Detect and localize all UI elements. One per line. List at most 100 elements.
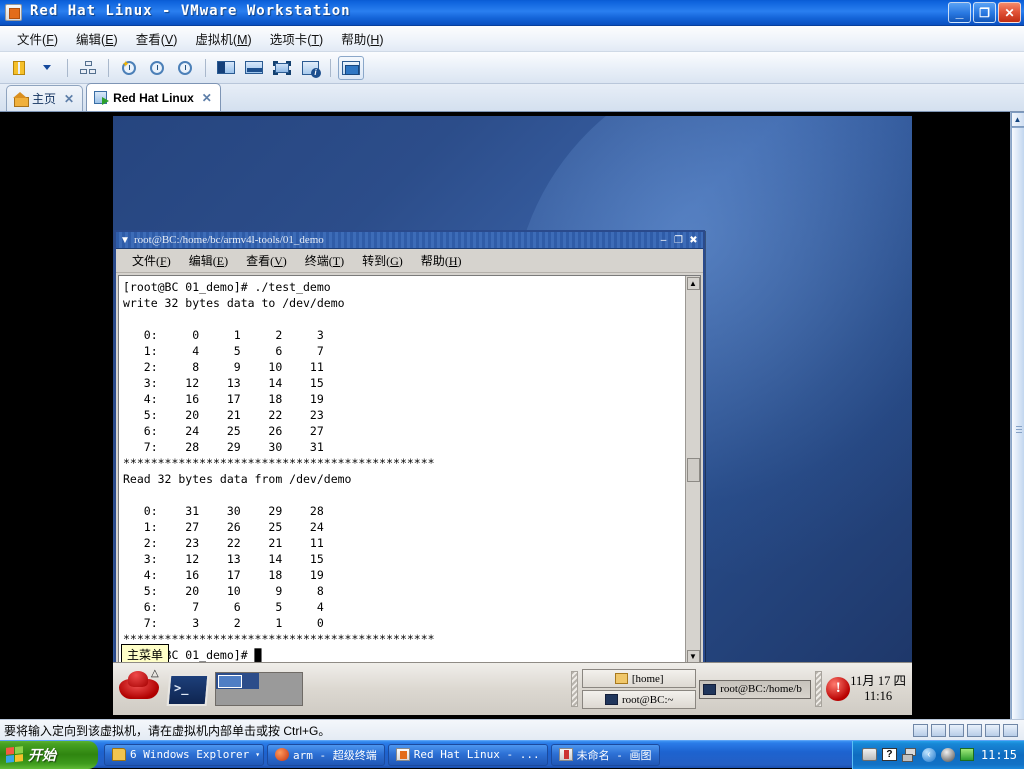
terminal-minimize-button[interactable]: – xyxy=(656,234,671,247)
start-button[interactable]: 开始 xyxy=(0,741,98,769)
vm-console-viewport[interactable]: ▼ root@BC:/home/bc/armv4l-tools/01_demo … xyxy=(0,112,1010,719)
panel-grip[interactable] xyxy=(571,671,578,707)
tab-red-hat-linux[interactable]: Red Hat Linux ✕ xyxy=(86,83,221,111)
taskbar-item-hyperterminal[interactable]: arm - 超级终端 xyxy=(267,744,385,766)
menu-tabs[interactable]: 选项卡(T) xyxy=(261,26,333,51)
terminal-icon xyxy=(605,694,618,705)
menu-help[interactable]: 帮助(H) xyxy=(332,26,392,51)
window-controls: _ ❐ ✕ xyxy=(948,2,1021,23)
menu-file[interactable]: 文件(F) xyxy=(8,26,67,51)
main-menu-icon[interactable]: △ xyxy=(117,669,161,709)
user-account-icon[interactable] xyxy=(941,748,955,762)
power-dropdown-button[interactable] xyxy=(34,56,60,80)
terminal-scroll-thumb[interactable] xyxy=(687,458,700,482)
menu-edit[interactable]: 编辑(E) xyxy=(67,26,127,51)
snapshot-manager-button[interactable] xyxy=(172,56,198,80)
toolbar-separator xyxy=(330,59,331,77)
suspend-button[interactable] xyxy=(6,56,32,80)
taskbar-item-hyperterminal-label: arm - 超级终端 xyxy=(293,747,377,763)
menu-help-label: 帮助 xyxy=(341,33,366,47)
chevron-down-icon[interactable]: ▾ xyxy=(255,750,260,759)
workspace-switcher[interactable] xyxy=(215,672,303,706)
hard-disk-device-icon[interactable] xyxy=(913,724,928,737)
keyboard-layout-icon[interactable] xyxy=(862,748,877,761)
cdrom-device-icon[interactable] xyxy=(931,724,946,737)
updates-icon[interactable]: ‹ xyxy=(922,748,936,762)
terminal-menu-file[interactable]: 文件(F) xyxy=(124,250,179,271)
guest-desktop[interactable]: ▼ root@BC:/home/bc/armv4l-tools/01_demo … xyxy=(113,116,912,715)
scroll-up-button[interactable]: ▲ xyxy=(1011,112,1024,127)
taskbar-item-windows-explorer[interactable]: 6 Windows Explorer ▾ xyxy=(104,744,264,766)
terminal-menu-help[interactable]: 帮助(H) xyxy=(413,250,470,271)
show-console-button[interactable] xyxy=(241,56,267,80)
vm-settings-button[interactable] xyxy=(297,56,323,80)
taskbar-item-paint-label: 未命名 - 画图 xyxy=(577,747,652,763)
usb-device-icon[interactable] xyxy=(985,724,1000,737)
gnome-terminal-window[interactable]: ▼ root@BC:/home/bc/armv4l-tools/01_demo … xyxy=(114,230,705,669)
tab-red-hat-linux-close-icon[interactable]: ✕ xyxy=(202,91,212,105)
terminal-title-bar[interactable]: ▼ root@BC:/home/bc/armv4l-tools/01_demo … xyxy=(116,232,703,249)
window-list-item-demo[interactable]: root@BC:/home/b xyxy=(699,680,811,699)
floppy-device-icon[interactable] xyxy=(949,724,964,737)
terminal-menu-file-accel: F xyxy=(160,254,167,268)
scroll-thumb[interactable] xyxy=(1011,127,1024,732)
workspace-1[interactable] xyxy=(216,673,259,689)
terminal-launcher-icon[interactable] xyxy=(165,672,207,706)
revert-snapshot-button[interactable] xyxy=(144,56,170,80)
terminal-close-button[interactable]: ✖ xyxy=(686,234,701,247)
restore-icon: ❐ xyxy=(974,3,995,22)
window-list-item-home[interactable]: [home] xyxy=(582,669,696,688)
terminal-menu-terminal[interactable]: 终端(T) xyxy=(297,250,352,271)
panel-grip[interactable] xyxy=(815,671,822,707)
taskbar-clock[interactable]: 11:15 xyxy=(981,748,1017,762)
vm-icon xyxy=(94,91,108,104)
show-sidebar-button[interactable] xyxy=(213,56,239,80)
panel-clock[interactable]: 11月 17 四 11:16 xyxy=(850,674,906,704)
menu-vm[interactable]: 虚拟机(M) xyxy=(186,26,260,51)
workspace-3[interactable] xyxy=(216,690,259,706)
network-device-icon[interactable] xyxy=(967,724,982,737)
terminal-scrollbar[interactable]: ▲ ▼ xyxy=(685,276,700,664)
menu-view[interactable]: 查看(V) xyxy=(127,26,187,51)
terminal-menu-edit[interactable]: 编辑(E) xyxy=(181,250,236,271)
tab-home-close-icon[interactable]: ✕ xyxy=(64,92,74,106)
take-snapshot-button[interactable]: ✦ xyxy=(116,56,142,80)
toolbar-separator xyxy=(108,59,109,77)
take-snapshot-icon: ✦ xyxy=(122,61,136,75)
minimize-icon: _ xyxy=(949,3,970,22)
window-menu-icon[interactable]: ▼ xyxy=(118,235,132,246)
menu-help-accel: H xyxy=(370,33,379,47)
manage-snapshots-button[interactable] xyxy=(75,56,101,80)
show-console-view-icon xyxy=(245,61,263,74)
gnome-panel: △ [home] r xyxy=(113,662,912,715)
workspace-2[interactable] xyxy=(260,673,303,689)
network-icon[interactable] xyxy=(902,748,917,761)
taskbar-item-vmware[interactable]: Red Hat Linux - ... xyxy=(388,744,548,766)
terminal-maximize-button[interactable]: ❐ xyxy=(671,234,686,247)
taskbar-item-paint[interactable]: 未命名 - 画图 xyxy=(551,744,660,766)
vmware-toolbar: ✦ xyxy=(0,52,1024,84)
window-list-item-root-home[interactable]: root@BC:~ xyxy=(582,690,696,709)
vmware-workstation-window: Red Hat Linux - VMware Workstation _ ❐ ✕… xyxy=(0,0,1024,768)
workspace-4[interactable] xyxy=(260,690,303,706)
vmware-tray-icon[interactable] xyxy=(960,748,974,761)
unity-mode-button[interactable] xyxy=(338,56,364,80)
tab-home[interactable]: 主页 ✕ xyxy=(6,85,83,111)
close-button[interactable]: ✕ xyxy=(998,2,1021,23)
minimize-button[interactable]: _ xyxy=(948,2,971,23)
sound-device-icon[interactable] xyxy=(1003,724,1018,737)
restore-button[interactable]: ❐ xyxy=(973,2,996,23)
alert-status-icon[interactable]: ! xyxy=(826,677,850,701)
terminal-output[interactable]: [root@BC 01_demo]# ./test_demo write 32 … xyxy=(119,276,685,664)
help-icon[interactable]: ? xyxy=(882,748,897,761)
vmware-app-icon xyxy=(5,4,22,21)
terminal-menu-view[interactable]: 查看(V) xyxy=(238,250,295,271)
console-vertical-scrollbar[interactable]: ▲ ▼ xyxy=(1010,112,1024,719)
window-list-secondary: root@BC:/home/b xyxy=(699,680,811,699)
menu-tabs-label: 选项卡 xyxy=(270,33,308,47)
terminal-body[interactable]: [root@BC 01_demo]# ./test_demo write 32 … xyxy=(118,275,701,665)
terminal-menu-go[interactable]: 转到(G) xyxy=(354,250,411,271)
full-screen-button[interactable] xyxy=(269,56,295,80)
scroll-track[interactable] xyxy=(1011,127,1024,704)
terminal-scroll-up-button[interactable]: ▲ xyxy=(687,277,700,290)
